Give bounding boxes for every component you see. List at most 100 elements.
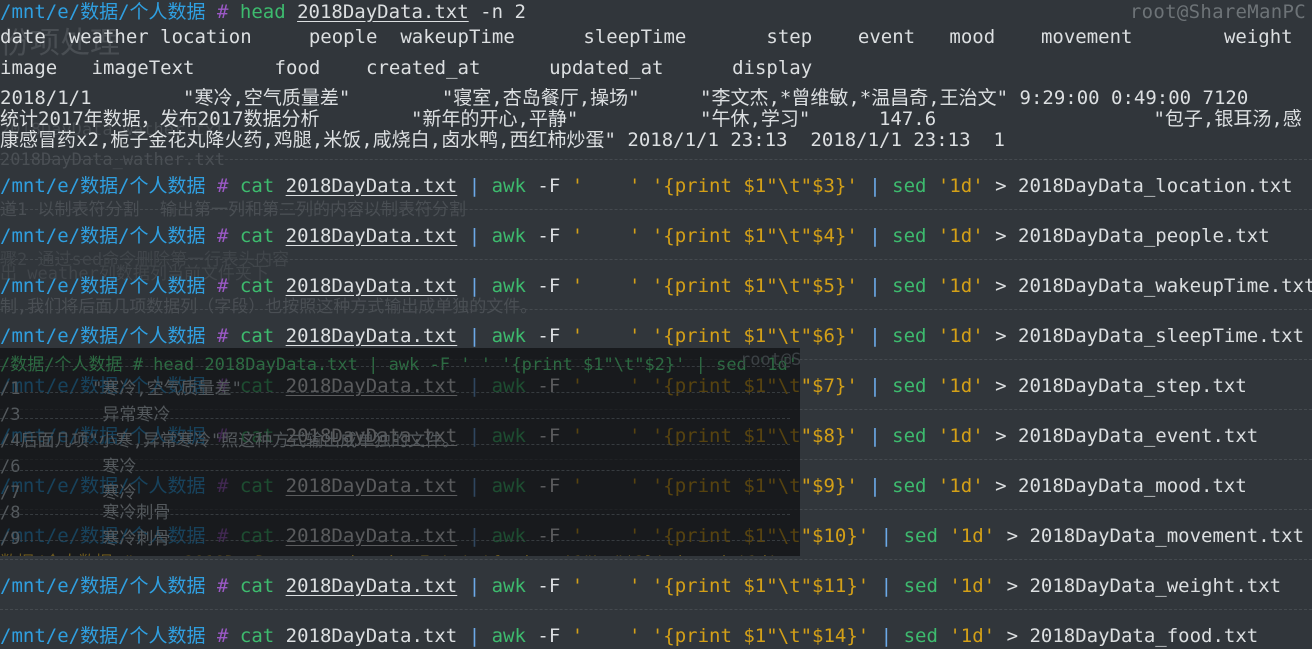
prompt-symbol: # — [216, 225, 229, 247]
quote-open: ' — [571, 575, 584, 597]
awk-flag: -F — [537, 275, 561, 297]
command-line-1[interactable]: /mnt/e/数据/个人数据 # cat 2018DayData.txt | a… — [0, 224, 1312, 249]
prompt-symbol: # — [216, 425, 229, 447]
sed-keyword: sed — [892, 275, 927, 297]
sed-keyword: sed — [903, 575, 938, 597]
redirect-symbol: > — [1006, 525, 1019, 547]
command-line-2[interactable]: /mnt/e/数据/个人数据 # cat 2018DayData.txt | a… — [0, 274, 1312, 299]
pipe-symbol: | — [468, 625, 481, 647]
awk-flag: -F — [537, 225, 561, 247]
input-filename: 2018DayData.txt — [285, 325, 458, 347]
command-line-6[interactable]: /mnt/e/数据/个人数据 # cat 2018DayData.txt | a… — [0, 474, 1312, 499]
pipe-symbol: | — [468, 275, 481, 297]
quote-open: ' — [571, 375, 584, 397]
command-line-9[interactable]: /mnt/e/数据/个人数据 # cat 2018DayData.txt | a… — [0, 624, 1312, 649]
tab-literal — [583, 425, 629, 447]
awk-program: '{print $1"\t"$9}' — [651, 475, 858, 497]
prompt-path: /mnt/e/数据/个人数据 — [0, 325, 206, 347]
awk-program: '{print $1"\t"$10}' — [651, 525, 870, 547]
awk-keyword: awk — [491, 625, 526, 647]
sed-arg: '1d' — [937, 225, 984, 247]
quote-open: ' — [571, 475, 584, 497]
sed-arg: '1d' — [949, 625, 996, 647]
command-line-7[interactable]: /mnt/e/数据/个人数据 # cat 2018DayData.txt | a… — [0, 524, 1312, 549]
input-filename: 2018DayData.txt — [285, 625, 458, 647]
prompt-symbol: # — [216, 375, 229, 397]
head-output-row-2a-text: 统计2017年数据，发布2017数据分析 "新年的开心,平静" — [0, 108, 579, 130]
redirect-symbol: > — [995, 225, 1007, 247]
prompt-path: /mnt/e/数据/个人数据 — [0, 175, 206, 197]
cat-keyword: cat — [239, 375, 275, 397]
sed-keyword: sed — [892, 375, 927, 397]
command-line-4[interactable]: /mnt/e/数据/个人数据 # cat 2018DayData.txt | a… — [0, 374, 1312, 399]
pipe-symbol-2: | — [869, 325, 881, 347]
head-keyword: head — [239, 1, 286, 23]
quote-open: ' — [571, 525, 584, 547]
sed-keyword: sed — [903, 625, 938, 647]
prompt-symbol: # — [216, 575, 229, 597]
command-line-0[interactable]: /mnt/e/数据/个人数据 # cat 2018DayData.txt | a… — [0, 174, 1312, 199]
command-line-5[interactable]: /mnt/e/数据/个人数据 # cat 2018DayData.txt | a… — [0, 424, 1312, 449]
input-filename: 2018DayData.txt — [285, 575, 458, 597]
quote-close: ' — [628, 225, 641, 247]
redirect-symbol: > — [995, 475, 1007, 497]
host-label: root@ShareManPC — [1129, 1, 1306, 23]
output-filename: 2018DayData_mood.txt — [1018, 475, 1247, 497]
pipe-symbol: | — [468, 225, 481, 247]
cat-keyword: cat — [239, 225, 275, 247]
output-filename: 2018DayData_event.txt — [1018, 425, 1259, 447]
sed-arg: '1d' — [937, 325, 984, 347]
pipe-symbol-2: | — [869, 425, 881, 447]
awk-keyword: awk — [491, 475, 526, 497]
quote-open: ' — [571, 175, 584, 197]
awk-program: '{print $1"\t"$6}' — [651, 325, 858, 347]
terminal-output[interactable]: /mnt/e/数据/个人数据 # head 2018DayData.txt -n… — [0, 0, 1312, 649]
tab-literal — [583, 325, 629, 347]
quote-open: ' — [571, 425, 584, 447]
command-line-8[interactable]: /mnt/e/数据/个人数据 # cat 2018DayData.txt | a… — [0, 574, 1312, 599]
sed-arg: '1d' — [937, 425, 984, 447]
cat-keyword: cat — [239, 575, 275, 597]
quote-close: ' — [628, 575, 641, 597]
awk-program: '{print $1"\t"$11}' — [651, 575, 870, 597]
head-command-line[interactable]: /mnt/e/数据/个人数据 # head 2018DayData.txt -n… — [0, 0, 1312, 25]
awk-flag: -F — [537, 325, 561, 347]
redirect-symbol: > — [995, 325, 1007, 347]
command-line-3[interactable]: /mnt/e/数据/个人数据 # cat 2018DayData.txt | a… — [0, 324, 1312, 349]
